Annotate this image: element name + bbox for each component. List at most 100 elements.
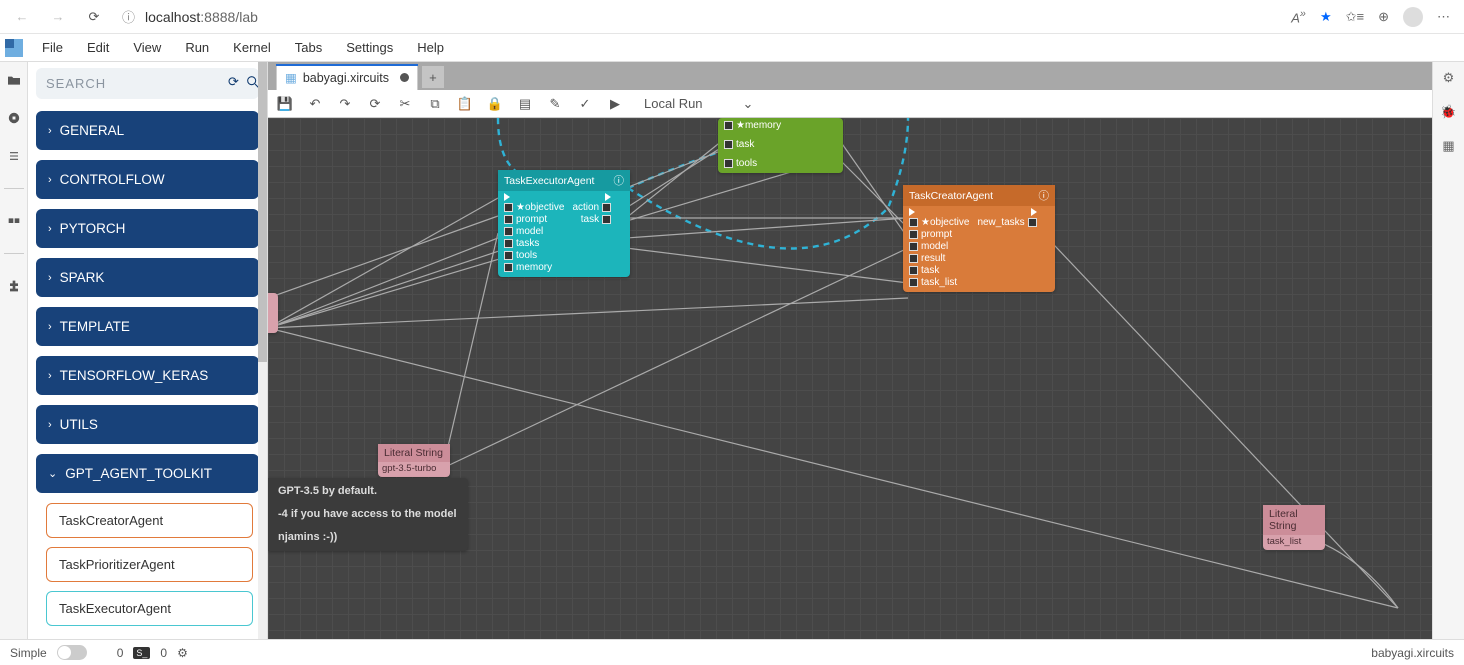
category-tensorflow-keras[interactable]: ›TENSORFLOW_KERAS: [36, 356, 259, 395]
profile-icon[interactable]: [1403, 7, 1423, 27]
node-edge-left[interactable]: [268, 293, 278, 333]
cut-icon[interactable]: ✂: [396, 96, 414, 112]
list-icon[interactable]: [4, 146, 24, 166]
info-icon[interactable]: ⓘ: [1039, 188, 1050, 203]
chevron-down-icon: ⌄: [48, 467, 57, 480]
redo-icon[interactable]: ↷: [336, 96, 354, 112]
category-general[interactable]: › GENERAL: [36, 111, 259, 150]
node-literal-string-2[interactable]: Literal String task_list: [1263, 505, 1325, 550]
category-controlflow[interactable]: › CONTROLFLOW: [36, 160, 259, 199]
port-label: ★objective: [921, 217, 969, 228]
components-icon[interactable]: [4, 211, 24, 231]
category-label: UTILS: [60, 417, 98, 432]
menu-view[interactable]: View: [123, 36, 171, 59]
app-logo-icon: [0, 34, 28, 62]
log-icon[interactable]: ▤: [516, 96, 534, 112]
category-label: GENERAL: [60, 123, 125, 138]
undo-icon[interactable]: ↶: [306, 96, 324, 112]
search-box[interactable]: ⟳: [36, 68, 259, 99]
favorites-list-icon[interactable]: ✩≡: [1346, 9, 1364, 25]
url-bar[interactable]: ⓘ localhost:8888/lab: [116, 4, 1283, 30]
node-title: Literal String: [384, 447, 443, 459]
browser-right-icons: A» ★ ✩≡ ⊕ ⋯: [1291, 7, 1456, 27]
check-icon[interactable]: ✓: [576, 96, 594, 112]
component-taskexecutoragent[interactable]: TaskExecutorAgent: [46, 591, 253, 626]
chevron-right-icon: ›: [48, 223, 52, 235]
menu-run[interactable]: Run: [175, 36, 219, 59]
reload-button[interactable]: ⟳: [80, 3, 108, 31]
save-icon[interactable]: 💾: [276, 96, 294, 112]
graph-canvas[interactable]: .l{stroke:#aaa;stroke-width:1.2;fill:non…: [268, 118, 1432, 639]
mode-toggle[interactable]: [57, 645, 87, 660]
category-spark[interactable]: ›SPARK: [36, 258, 259, 297]
menu-help[interactable]: Help: [407, 36, 454, 59]
bug-icon[interactable]: 🐞: [1440, 104, 1456, 120]
paste-icon[interactable]: 📋: [456, 96, 474, 112]
node-title: TaskExecutorAgent: [504, 175, 594, 187]
lock-icon[interactable]: 🔒: [486, 96, 504, 112]
add-tab-button[interactable]: +: [422, 66, 444, 88]
reload-icon[interactable]: ⟳: [366, 96, 384, 112]
editor-toolbar: 💾 ↶ ↷ ⟳ ✂ ⧉ 📋 🔒 ▤ ✎ ✓ ▶ Local Run⌄: [268, 90, 1432, 118]
activity-bar: [0, 62, 28, 639]
component-taskcreatoragent[interactable]: TaskCreatorAgent: [46, 503, 253, 538]
edit-icon[interactable]: ✎: [546, 96, 564, 112]
category-utils[interactable]: › UTILS: [36, 405, 259, 444]
sidebar-scrollbar[interactable]: [258, 62, 267, 639]
port-label: prompt: [516, 214, 547, 225]
node-literal-string-1[interactable]: Literal String gpt-3.5-turbo: [378, 444, 450, 477]
menu-tabs[interactable]: Tabs: [285, 36, 332, 59]
terminal-icon[interactable]: S_: [133, 647, 150, 659]
node-green[interactable]: ★memory task tools: [718, 118, 843, 173]
port-label: prompt: [921, 229, 952, 240]
search-input[interactable]: [46, 76, 222, 91]
chevron-right-icon: ›: [48, 174, 52, 186]
category-pytorch[interactable]: › PYTORCH: [36, 209, 259, 248]
menu-file[interactable]: File: [32, 36, 73, 59]
category-label: TENSORFLOW_KERAS: [60, 368, 209, 383]
read-aloud-icon[interactable]: A»: [1291, 8, 1306, 25]
category-gpt-agent-toolkit[interactable]: ⌄GPT_AGENT_TOOLKIT: [36, 454, 259, 493]
folder-icon[interactable]: [4, 70, 24, 90]
category-label: PYTORCH: [60, 221, 126, 236]
run-mode-select[interactable]: Local Run⌄: [640, 94, 757, 114]
status-count-2: 0: [160, 646, 167, 660]
calendar-icon[interactable]: ▦: [1442, 138, 1454, 154]
circle-icon[interactable]: [4, 108, 24, 128]
chevron-right-icon: ›: [48, 125, 52, 137]
chevron-right-icon: ›: [48, 419, 52, 431]
copy-icon[interactable]: ⧉: [426, 96, 444, 112]
comment-line: -4 if you have access to the model: [278, 507, 458, 522]
node-comment[interactable]: GPT-3.5 by default. -4 if you have acces…: [268, 478, 468, 551]
port-label: task: [581, 214, 599, 225]
info-icon: ⓘ: [122, 7, 135, 26]
tab-babyagi[interactable]: ▦ babyagi.xircuits: [276, 64, 418, 90]
port-label: task_list: [921, 277, 957, 288]
run-mode-label: Local Run: [644, 96, 703, 111]
menu-edit[interactable]: Edit: [77, 36, 119, 59]
kernel-icon[interactable]: ⚙: [177, 646, 188, 660]
favorite-icon[interactable]: ★: [1320, 9, 1332, 25]
editor-area: ▦ babyagi.xircuits + 💾 ↶ ↷ ⟳ ✂ ⧉ 📋 🔒 ▤ ✎…: [268, 62, 1432, 639]
gear-icon[interactable]: ⚙: [1443, 70, 1455, 86]
category-label: SPARK: [60, 270, 105, 285]
info-icon[interactable]: ⓘ: [614, 173, 625, 188]
category-template[interactable]: ›TEMPLATE: [36, 307, 259, 346]
more-icon[interactable]: ⋯: [1437, 9, 1450, 25]
app-menu-bar: File Edit View Run Kernel Tabs Settings …: [0, 34, 1464, 62]
collections-icon[interactable]: ⊕: [1378, 9, 1389, 25]
node-taskexecutoragent[interactable]: TaskExecutorAgentⓘ ★objective prompt mod…: [498, 170, 630, 277]
status-count-1: 0: [117, 646, 124, 660]
extensions-icon[interactable]: [4, 276, 24, 296]
menu-kernel[interactable]: Kernel: [223, 36, 281, 59]
port-label: tasks: [516, 238, 539, 249]
category-label: CONTROLFLOW: [60, 172, 165, 187]
menu-settings[interactable]: Settings: [336, 36, 403, 59]
forward-button[interactable]: →: [44, 3, 72, 31]
play-icon[interactable]: ▶: [606, 96, 624, 112]
back-button[interactable]: ←: [8, 3, 36, 31]
refresh-icon[interactable]: ⟳: [228, 74, 239, 93]
component-panel: ⟳ ›GENERAL ›CONTROLFLOW ›PYTORCH ›SPARK …: [28, 62, 268, 639]
component-taskprioritizeragent[interactable]: TaskPrioritizerAgent: [46, 547, 253, 582]
node-taskcreatoragent[interactable]: TaskCreatorAgentⓘ ★objective prompt mode…: [903, 185, 1055, 292]
